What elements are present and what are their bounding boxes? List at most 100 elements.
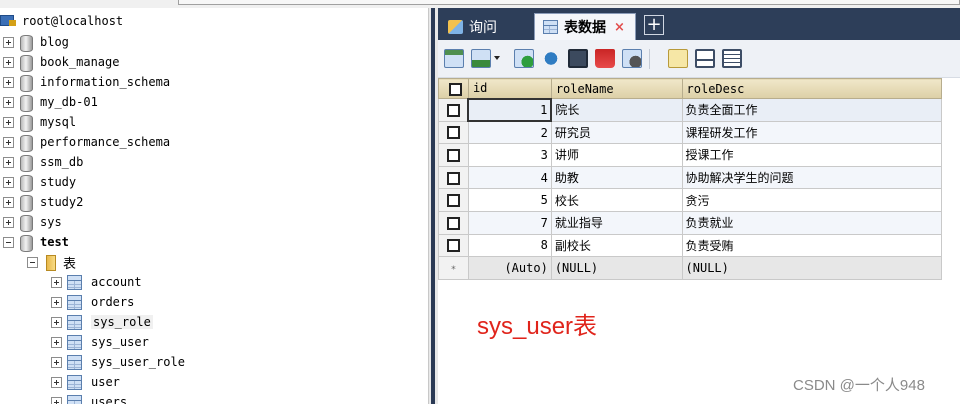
tree-db-node[interactable]: information_schema (3, 72, 170, 92)
table-row[interactable]: 4 助教 协助解决学生的问题 (438, 165, 943, 190)
table-row[interactable]: 3 讲师 授课工作 (438, 143, 943, 167)
table-row[interactable]: 1 院长 负责全面工作 (438, 97, 943, 123)
expand-icon[interactable] (51, 336, 62, 348)
export-icon[interactable] (444, 49, 464, 68)
add-tab-button[interactable]: + (644, 15, 664, 35)
grid-cell[interactable]: 2 (467, 120, 552, 145)
checkbox-icon[interactable] (446, 239, 460, 253)
insert-row-icon[interactable] (514, 49, 534, 68)
grid-cell[interactable]: 5 (467, 188, 552, 212)
checkbox-icon[interactable] (446, 171, 460, 185)
column-header[interactable]: roleName (550, 78, 683, 99)
expand-icon[interactable] (51, 356, 62, 368)
grid-cell[interactable]: 4 (467, 165, 552, 190)
tree-table-node[interactable]: users (51, 392, 127, 404)
new-row[interactable]: * (Auto) (NULL) (NULL) (438, 256, 943, 280)
checkbox-icon[interactable] (448, 82, 462, 96)
import-icon[interactable] (471, 49, 491, 68)
grid-cell[interactable]: 协助解决学生的问题 (681, 165, 943, 190)
row-select-cell[interactable] (438, 188, 469, 212)
grid-cell[interactable]: 8 (467, 233, 552, 258)
tree-db-node[interactable]: book_manage (3, 52, 119, 72)
grid-cell[interactable]: 负责受贿 (681, 233, 943, 258)
save-icon[interactable] (568, 49, 588, 68)
expand-icon[interactable] (3, 156, 14, 168)
grid-cell[interactable]: 负责就业 (681, 210, 943, 235)
checkbox-icon[interactable] (446, 194, 460, 208)
text-view-icon[interactable] (722, 49, 742, 68)
tab-table-data[interactable]: 表数据 × (534, 13, 636, 40)
tree-db-node[interactable]: performance_schema (3, 132, 170, 152)
tree-table-node-selected[interactable]: sys_role (51, 312, 153, 332)
tree-table-node[interactable]: sys_user (51, 332, 149, 352)
tree-db-node[interactable]: blog (3, 32, 69, 52)
grid-cell[interactable]: (Auto) (467, 256, 552, 280)
column-header[interactable]: roleDesc (681, 78, 943, 99)
expand-icon[interactable] (3, 96, 14, 108)
grid-cell[interactable]: 讲师 (550, 143, 683, 167)
tree-db-node[interactable]: my_db-01 (3, 92, 98, 112)
row-select-cell[interactable] (438, 165, 469, 190)
grid-cell[interactable]: 授课工作 (681, 143, 943, 167)
expand-icon[interactable] (3, 36, 14, 48)
expand-icon[interactable] (51, 276, 62, 288)
grid-cell[interactable]: 课程研发工作 (681, 120, 943, 145)
tree-server-node[interactable]: root@localhost (0, 11, 123, 31)
expand-icon[interactable] (3, 136, 14, 148)
row-select-cell[interactable] (438, 210, 469, 235)
tree-db-node-test[interactable]: test (3, 232, 69, 252)
expand-icon[interactable] (3, 76, 14, 88)
row-select-cell[interactable] (438, 233, 469, 258)
grid-cell[interactable]: 副校长 (550, 233, 683, 258)
expand-icon[interactable] (3, 176, 14, 188)
grid-cell[interactable]: 贪污 (681, 188, 943, 212)
expand-icon[interactable] (3, 196, 14, 208)
table-row[interactable]: 7 就业指导 负责就业 (438, 210, 943, 235)
checkbox-icon[interactable] (446, 216, 460, 230)
checkbox-icon[interactable] (446, 148, 460, 162)
expand-icon[interactable] (3, 216, 14, 228)
duplicate-row-icon[interactable] (541, 49, 561, 68)
collapse-icon[interactable] (3, 236, 14, 248)
delete-icon[interactable] (595, 49, 615, 68)
expand-icon[interactable] (51, 376, 62, 388)
select-all-cell[interactable] (438, 78, 469, 99)
table-row[interactable]: 2 研究员 课程研发工作 (438, 120, 943, 145)
grid-cell[interactable]: (NULL) (550, 256, 683, 280)
tree-table-node[interactable]: orders (51, 292, 134, 312)
collapse-icon[interactable] (27, 256, 38, 268)
expand-icon[interactable] (3, 56, 14, 68)
tree-table-node[interactable]: account (51, 272, 142, 292)
table-row[interactable]: 5 校长 贪污 (438, 188, 943, 212)
grid-cell[interactable]: 7 (467, 210, 552, 235)
tree-tables-folder[interactable]: 表 (27, 252, 76, 272)
tree-db-node[interactable]: study (3, 172, 76, 192)
expand-icon[interactable] (51, 316, 62, 328)
chevron-down-icon[interactable] (494, 56, 500, 60)
tree-db-node[interactable]: study2 (3, 192, 83, 212)
row-select-cell[interactable] (438, 98, 469, 122)
tree-db-node[interactable]: mysql (3, 112, 76, 132)
expand-icon[interactable] (51, 396, 62, 404)
grid-cell[interactable]: 院长 (550, 98, 683, 122)
grid-cell[interactable]: 助教 (550, 165, 683, 190)
checkbox-icon[interactable] (446, 103, 460, 117)
grid-cell[interactable]: 负责全面工作 (681, 98, 943, 122)
table-row[interactable]: 8 副校长 负责受贿 (438, 233, 943, 258)
grid-cell[interactable]: 1 (467, 97, 553, 123)
expand-icon[interactable] (3, 116, 14, 128)
grid-cell[interactable]: (NULL) (681, 256, 943, 280)
tree-db-node[interactable]: sys (3, 212, 62, 232)
form-view-icon[interactable] (695, 49, 715, 68)
tree-db-node[interactable]: ssm_db (3, 152, 83, 172)
grid-cell[interactable]: 就业指导 (550, 210, 683, 235)
close-icon[interactable]: × (614, 20, 625, 35)
grid-cell[interactable]: 校长 (550, 188, 683, 212)
column-header[interactable]: id (467, 78, 552, 99)
tree-table-node[interactable]: user (51, 372, 120, 392)
discard-changes-icon[interactable] (622, 49, 642, 68)
row-select-cell[interactable] (438, 120, 469, 145)
row-select-cell[interactable] (438, 143, 469, 167)
grid-view-icon[interactable] (668, 49, 688, 68)
tree-table-node[interactable]: sys_user_role (51, 352, 185, 372)
